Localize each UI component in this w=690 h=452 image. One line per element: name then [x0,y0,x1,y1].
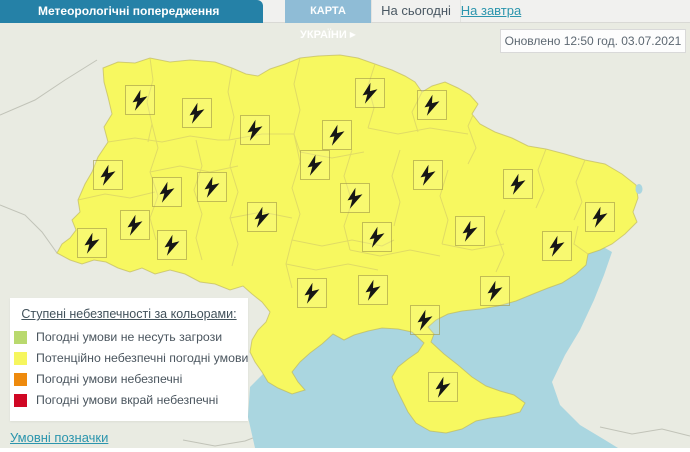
thunderstorm-warning-marker[interactable] [125,85,155,115]
thunderstorm-warning-marker[interactable] [240,115,270,145]
thunderstorm-warning-marker[interactable] [542,231,572,261]
thunderstorm-warning-marker[interactable] [585,202,615,232]
thunderstorm-warning-marker[interactable] [322,120,352,150]
updated-timestamp: Оновлено 12:50 год. 03.07.2021 [500,29,686,53]
thunderstorm-warning-marker[interactable] [300,150,330,180]
legend-swatch-yellow [14,352,27,365]
legend-title: Ступені небезпечності за кольорами: [21,307,237,321]
lightning-bolt-icon [435,376,451,398]
map-symbols-link[interactable]: Умовні позначки [10,430,108,445]
thunderstorm-warning-marker[interactable] [152,177,182,207]
lightning-bolt-icon [365,279,381,301]
meteo-warning-page: Оновлено 12:50 год. 03.07.2021 Ступені н… [0,0,690,452]
lightning-bolt-icon [510,173,526,195]
thunderstorm-warning-marker[interactable] [503,169,533,199]
thunderstorm-warning-marker[interactable] [297,278,327,308]
lightning-bolt-icon [254,206,270,228]
thunderstorm-warning-marker[interactable] [455,216,485,246]
legend-item-extremely-dangerous: Погодні умови вкрай небезпечні [14,391,248,412]
legend-swatch-orange [14,373,27,386]
thunderstorm-warning-marker[interactable] [157,230,187,260]
lightning-bolt-icon [247,119,263,141]
lightning-bolt-icon [329,124,345,146]
map-of-ukraine-button[interactable]: КАРТА УКРАЇНИ ▶ [285,0,371,41]
thunderstorm-warning-marker[interactable] [340,183,370,213]
lightning-bolt-icon [164,234,180,256]
thunderstorm-warning-marker[interactable] [428,372,458,402]
danger-level-legend: Ступені небезпечності за кольорами: Пого… [10,298,248,421]
legend-item-potentially-dangerous: Потенційно небезпечні погодні умови [14,349,248,370]
lightning-bolt-icon [132,89,148,111]
thunderstorm-warning-marker[interactable] [417,90,447,120]
lightning-bolt-icon [462,220,478,242]
lightning-bolt-icon [424,94,440,116]
thunderstorm-warning-marker[interactable] [480,276,510,306]
lightning-bolt-icon [159,181,175,203]
lightning-bolt-icon [127,214,143,236]
tab-tomorrow[interactable]: На завтра [460,0,522,22]
legend-item-dangerous: Погодні умови небезпечні [14,370,248,391]
lightning-bolt-icon [347,187,363,209]
thunderstorm-warning-marker[interactable] [362,222,392,252]
lightning-bolt-icon [420,164,436,186]
lightning-bolt-icon [549,235,565,257]
thunderstorm-warning-marker[interactable] [358,275,388,305]
chevron-right-icon: ▶ [349,30,356,39]
legend-swatch-green [14,331,27,344]
lightning-bolt-icon [304,282,320,304]
lightning-bolt-icon [204,176,220,198]
thunderstorm-warning-marker[interactable] [413,160,443,190]
thunderstorm-warning-marker[interactable] [77,228,107,258]
thunderstorm-warning-marker[interactable] [197,172,227,202]
thunderstorm-warning-marker[interactable] [410,305,440,335]
lightning-bolt-icon [369,226,385,248]
tab-today[interactable]: На сьогодні [371,0,461,22]
map-area: Оновлено 12:50 год. 03.07.2021 Ступені н… [0,0,690,452]
thunderstorm-warning-marker[interactable] [355,78,385,108]
thunderstorm-warning-marker[interactable] [182,98,212,128]
thunderstorm-warning-marker[interactable] [120,210,150,240]
lightning-bolt-icon [307,154,323,176]
lightning-bolt-icon [417,309,433,331]
header-tab-bar: Метеорологічні попередження КАРТА УКРАЇН… [0,0,690,41]
thunderstorm-warning-marker[interactable] [247,202,277,232]
legend-item-safe: Погодні умови не несуть загрози [14,328,248,349]
reservoir [635,184,643,194]
tab-meteo-warnings[interactable]: Метеорологічні попередження [0,0,263,23]
legend-swatch-red [14,394,27,407]
lightning-bolt-icon [100,164,116,186]
lightning-bolt-icon [487,280,503,302]
thunderstorm-warning-marker[interactable] [93,160,123,190]
map-bottom-margin [0,448,690,452]
lightning-bolt-icon [592,206,608,228]
lightning-bolt-icon [362,82,378,104]
lightning-bolt-icon [189,102,205,124]
lightning-bolt-icon [84,232,100,254]
